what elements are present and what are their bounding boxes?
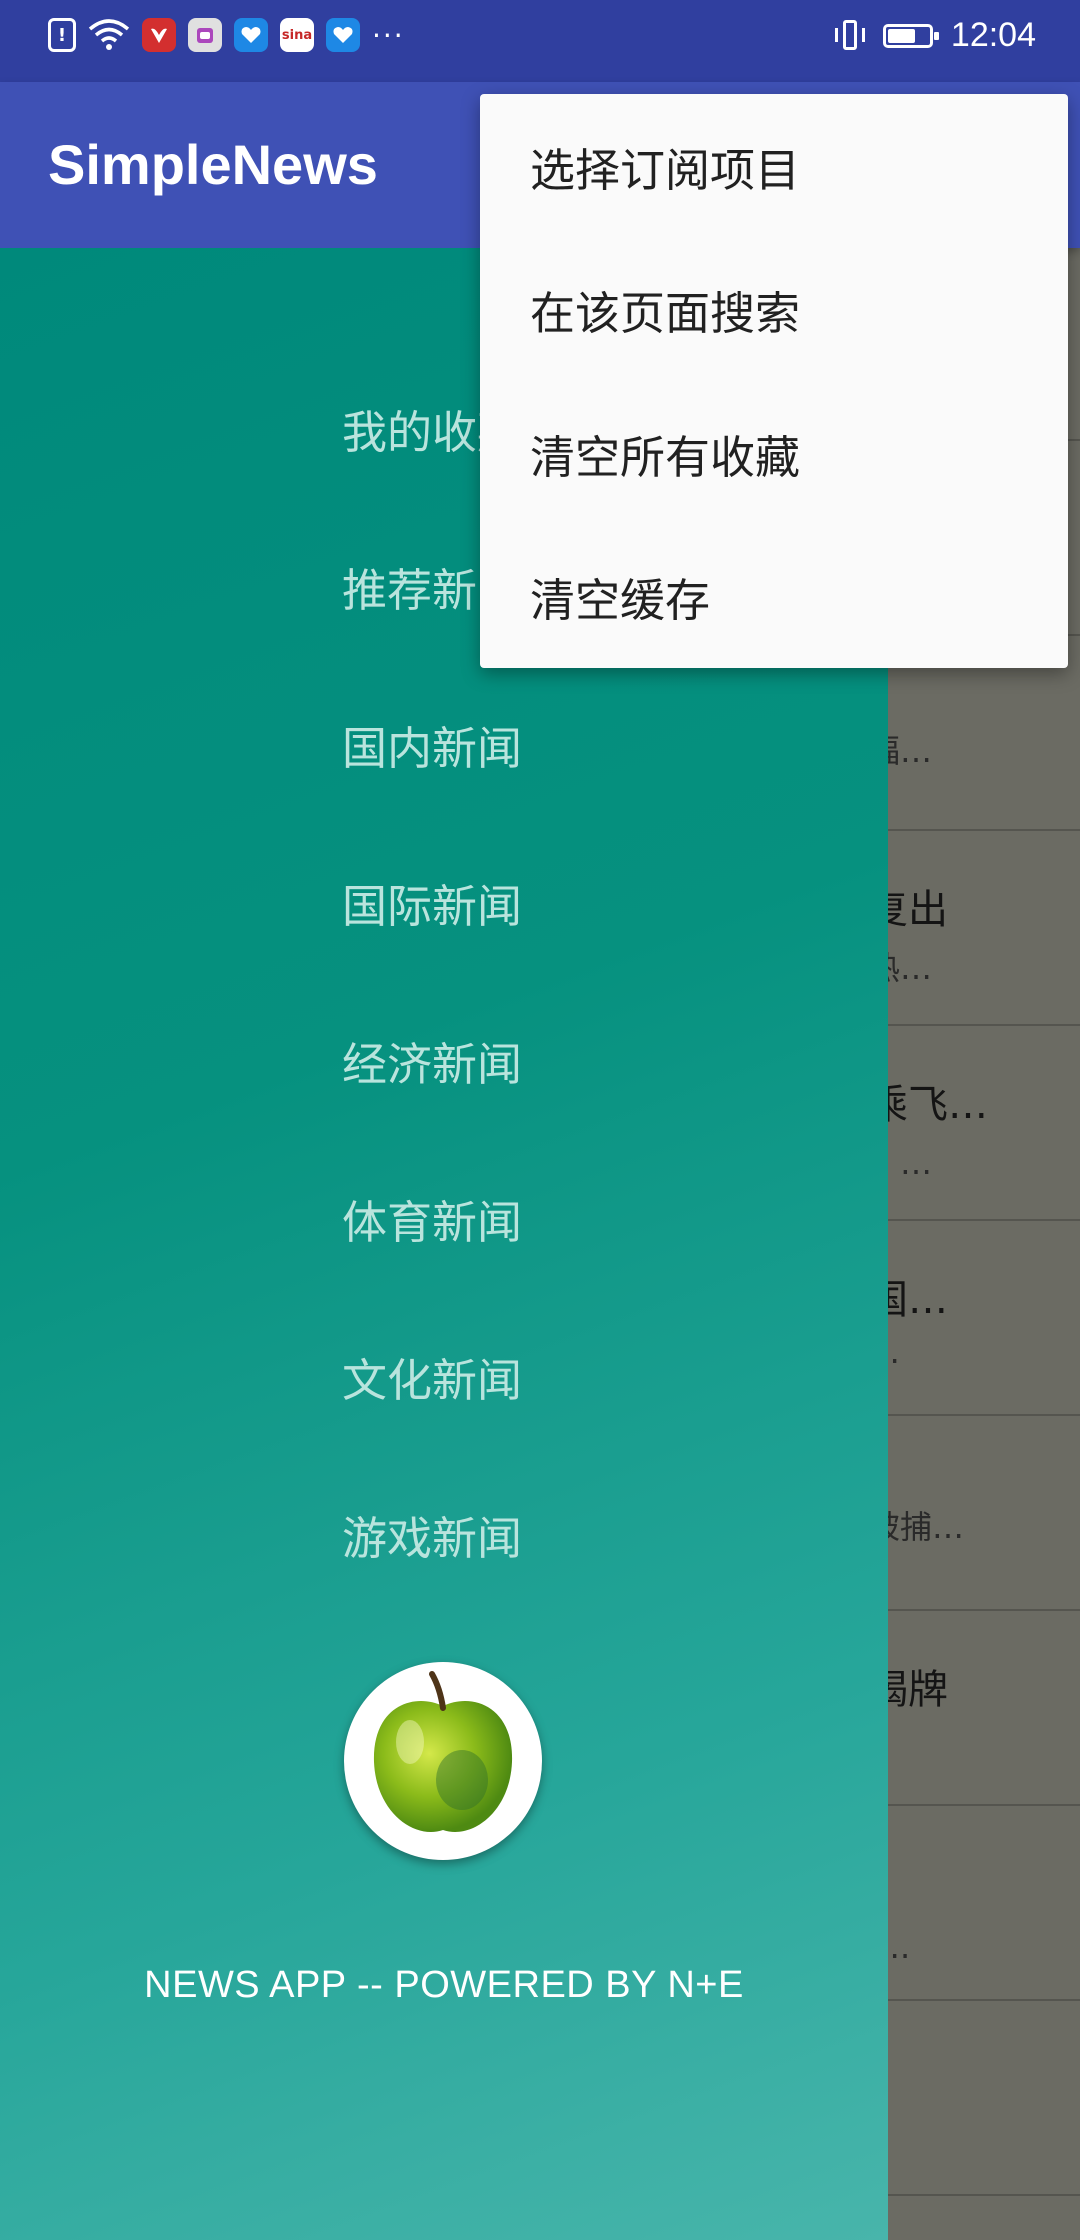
battery-icon xyxy=(882,23,939,48)
drawer-item-domestic[interactable]: 国内新闻 xyxy=(342,712,522,777)
drawer-item-economy[interactable]: 经济新闻 xyxy=(342,1028,522,1093)
status-bar: ! sina ··· 12:04 xyxy=(0,0,1080,82)
more-notifications-icon: ··· xyxy=(372,18,405,52)
drawer-item-culture[interactable]: 文化新闻 xyxy=(342,1344,522,1409)
huawei-app-icon xyxy=(142,18,176,52)
sina-app-icon: sina xyxy=(280,18,314,52)
overflow-menu: 选择订阅项目 在该页面搜索 清空所有收藏 清空缓存 xyxy=(480,94,1068,668)
drawer-item-games[interactable]: 游戏新闻 xyxy=(342,1502,522,1567)
drawer-item-international[interactable]: 国际新闻 xyxy=(342,870,522,935)
apple-avatar xyxy=(344,1662,542,1860)
health-app-icon xyxy=(234,18,268,52)
drawer-footer: NEWS APP -- POWERED BY N+E xyxy=(144,1964,744,2006)
status-icons-right: 12:04 xyxy=(834,16,1036,55)
menu-item-search-page[interactable]: 在该页面搜索 xyxy=(480,237,1068,381)
vibrate-icon xyxy=(834,18,865,54)
menu-item-select-subscriptions[interactable]: 选择订阅项目 xyxy=(480,94,1068,238)
app-title: SimpleNews xyxy=(48,133,378,196)
status-icons-left: ! sina ··· xyxy=(48,18,405,52)
wifi-icon xyxy=(88,18,130,52)
menu-item-clear-favorites[interactable]: 清空所有收藏 xyxy=(480,381,1068,525)
status-time: 12:04 xyxy=(950,16,1036,54)
health-app-icon-2 xyxy=(326,18,360,52)
drawer-item-sports[interactable]: 体育新闻 xyxy=(342,1186,522,1251)
store-app-icon xyxy=(188,18,222,52)
menu-item-clear-cache[interactable]: 清空缓存 xyxy=(480,524,1068,668)
alert-icon: ! xyxy=(48,18,76,52)
